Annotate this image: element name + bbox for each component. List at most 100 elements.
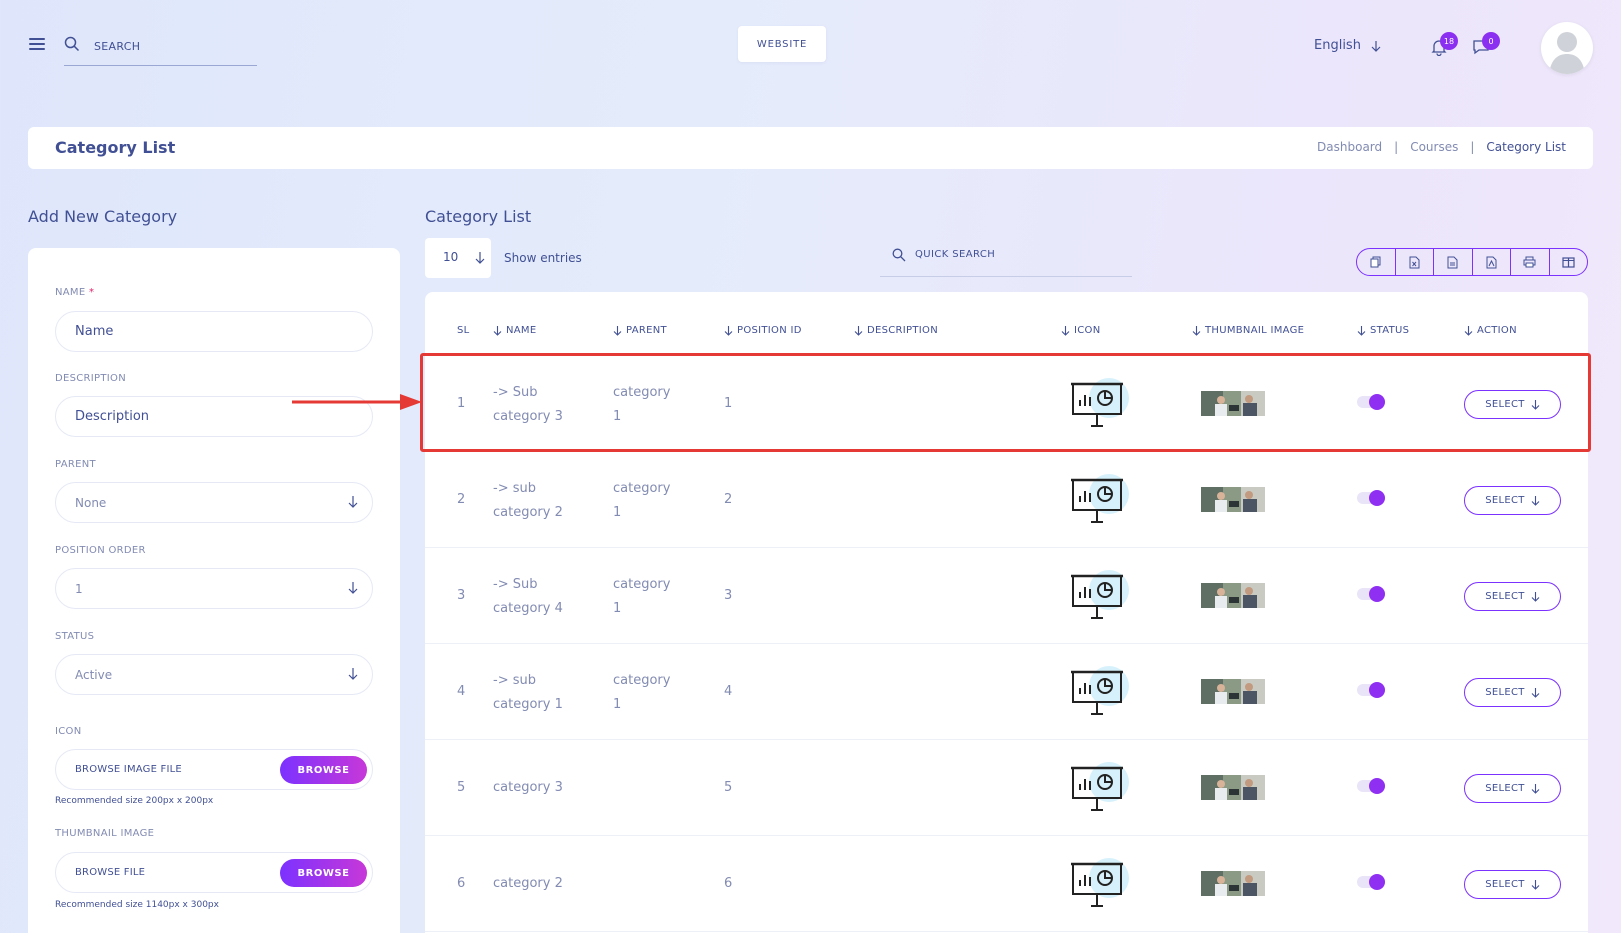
thumbnail-browse-button[interactable]: BROWSE (280, 859, 367, 887)
cell-parent: category 1 (613, 385, 671, 424)
status-toggle[interactable] (1357, 873, 1387, 891)
status-toggle[interactable] (1357, 489, 1387, 507)
arrow-down-icon (1531, 880, 1540, 890)
column-header-icon[interactable]: ICON (1061, 325, 1100, 336)
cell-parent: category 1 (613, 673, 671, 712)
print-button[interactable] (1511, 249, 1550, 275)
icon-browse-button[interactable]: BROWSE (280, 756, 367, 784)
description-label: DESCRIPTION (55, 373, 126, 384)
cell-position-id: 6 (724, 876, 733, 891)
status-select[interactable]: Active (55, 654, 373, 695)
table-row: 5 category 3 5 SELECT (425, 740, 1588, 836)
position-order-value: 1 (75, 581, 83, 596)
sort-arrow-icon (1357, 326, 1366, 336)
search-icon (892, 248, 906, 262)
cell-parent: category 1 (613, 577, 671, 616)
arrow-down-icon[interactable] (1371, 40, 1381, 52)
presentation-chart-icon (1071, 570, 1129, 619)
list-heading: Category List (425, 207, 532, 226)
columns-icon (1562, 256, 1575, 268)
status-toggle[interactable] (1357, 393, 1387, 411)
cell-thumbnail (1201, 871, 1265, 896)
copy-button[interactable] (1357, 249, 1396, 275)
thumbnail-photo (1201, 391, 1265, 416)
breadcrumb-dashboard[interactable]: Dashboard (1317, 140, 1382, 154)
cell-icon (1069, 666, 1133, 726)
entries-select[interactable]: 10 (425, 238, 491, 278)
cell-icon (1069, 378, 1133, 438)
column-header-status[interactable]: STATUS (1357, 325, 1409, 336)
parent-select[interactable]: None (55, 482, 373, 523)
parent-label: PARENT (55, 459, 96, 470)
cell-sl: 3 (457, 588, 466, 603)
website-button[interactable]: WEBSITE (738, 26, 826, 62)
cell-icon (1069, 474, 1133, 534)
notifications-badge: 18 (1440, 32, 1458, 50)
position-order-label: POSITION ORDER (55, 545, 146, 556)
column-header-parent[interactable]: PARENT (613, 325, 667, 336)
column-header-description[interactable]: DESCRIPTION (854, 325, 938, 336)
select-action-button[interactable]: SELECT (1464, 390, 1561, 419)
presentation-chart-icon (1071, 858, 1129, 907)
cell-name: -> sub category 2 (493, 481, 563, 520)
select-action-button[interactable]: SELECT (1464, 678, 1561, 707)
table-row: 1 -> Sub category 3 category 1 1 SELECT (425, 356, 1588, 452)
quick-search-input[interactable]: QUICK SEARCH (915, 249, 995, 260)
cell-sl: 5 (457, 780, 466, 795)
excel-button[interactable] (1396, 249, 1434, 275)
show-entries-label: Show entries (504, 251, 582, 265)
menu-toggle-icon[interactable] (29, 38, 45, 50)
status-value: Active (75, 667, 113, 682)
select-action-button[interactable]: SELECT (1464, 582, 1561, 611)
arrow-down-icon (1531, 784, 1540, 794)
column-header-sl[interactable]: SL (457, 325, 470, 336)
select-action-button[interactable]: SELECT (1464, 870, 1561, 899)
presentation-chart-icon (1071, 762, 1129, 811)
page-title: Category List (55, 138, 176, 157)
breadcrumb-courses[interactable]: Courses (1410, 140, 1458, 154)
status-toggle[interactable] (1357, 777, 1387, 795)
icon-size-hint: Recommended size 200px x 200px (55, 796, 214, 806)
search-icon (64, 36, 80, 52)
table-row: 6 category 2 6 SELECT (425, 836, 1588, 932)
pdf-button[interactable] (1473, 249, 1511, 275)
breadcrumb-current: Category List (1486, 140, 1566, 154)
thumbnail-file-input[interactable]: BROWSE FILE BROWSE (55, 852, 373, 893)
column-header-thumbnail[interactable]: THUMBNAIL IMAGE (1192, 325, 1304, 336)
breadcrumb: Dashboard | Courses | Category List (1317, 140, 1566, 154)
search-input[interactable]: SEARCH (94, 40, 140, 53)
table-row: 3 -> Sub category 4 category 1 3 SELECT (425, 548, 1588, 644)
quick-search[interactable]: QUICK SEARCH (880, 244, 1132, 277)
column-header-position-id[interactable]: POSITION ID (724, 325, 802, 336)
arrow-down-icon (348, 668, 358, 680)
cell-icon (1069, 762, 1133, 822)
language-select[interactable]: English (1314, 38, 1361, 53)
global-search[interactable]: SEARCH (64, 36, 257, 66)
cell-icon (1069, 570, 1133, 630)
copy-icon (1370, 256, 1381, 268)
arrow-down-icon (1531, 592, 1540, 602)
thumbnail-photo (1201, 775, 1265, 800)
cell-icon (1069, 858, 1133, 918)
sort-arrow-icon (854, 326, 863, 336)
cell-position-id: 2 (724, 492, 733, 507)
arrow-down-icon (475, 252, 485, 264)
name-field[interactable]: Name (55, 311, 373, 352)
avatar[interactable] (1541, 22, 1593, 74)
messages-button[interactable]: 0 (1472, 32, 1500, 60)
position-order-select[interactable]: 1 (55, 568, 373, 609)
icon-file-input[interactable]: BROWSE IMAGE FILE BROWSE (55, 749, 373, 790)
status-toggle[interactable] (1357, 585, 1387, 603)
notifications-button[interactable]: 18 (1430, 32, 1458, 60)
column-visibility-button[interactable] (1550, 249, 1588, 275)
entries-value: 10 (443, 250, 459, 264)
status-toggle[interactable] (1357, 681, 1387, 699)
sort-arrow-icon (724, 326, 733, 336)
select-action-button[interactable]: SELECT (1464, 774, 1561, 803)
column-header-name[interactable]: NAME (493, 325, 536, 336)
arrow-down-icon (1531, 496, 1540, 506)
column-header-action[interactable]: ACTION (1464, 325, 1517, 336)
select-action-button[interactable]: SELECT (1464, 486, 1561, 515)
csv-button[interactable] (1434, 249, 1473, 275)
page-header: Category List Dashboard | Courses | Cate… (28, 127, 1593, 169)
